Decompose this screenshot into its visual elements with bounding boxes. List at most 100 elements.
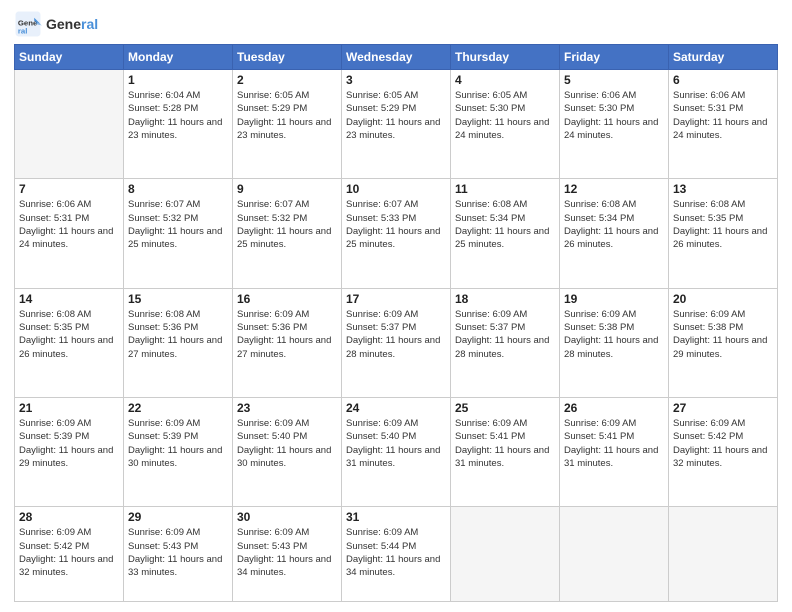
calendar-day-cell: 27Sunrise: 6:09 AMSunset: 5:42 PMDayligh… — [669, 397, 778, 506]
calendar-day-cell: 31 Sunrise: 6:09 AMSunset: 5:44 PMDayligh… — [342, 507, 451, 602]
day-info: Sunrise: 6:09 AMSunset: 5:36 PMDaylight:… — [237, 308, 337, 361]
day-info: Sunrise: 6:07 AMSunset: 5:32 PMDaylight:… — [237, 198, 337, 251]
day-number: 24 — [346, 401, 446, 415]
calendar-day-cell: 8Sunrise: 6:07 AMSunset: 5:32 PMDaylight… — [124, 179, 233, 288]
weekday-header-row: SundayMondayTuesdayWednesdayThursdayFrid… — [15, 45, 778, 70]
day-info: Sunrise: 6:08 AMSunset: 5:36 PMDaylight:… — [128, 308, 228, 361]
calendar-week-row: 28 Sunrise: 6:09 AMSunset: 5:42 PMDayligh… — [15, 507, 778, 602]
calendar-day-cell: 21 Sunrise: 6:09 AMSunset: 5:39 PMDayligh… — [15, 397, 124, 506]
day-number: 7 — [19, 182, 119, 196]
day-number: 11 — [455, 182, 555, 196]
day-info: Sunrise: 6:09 AMSunset: 5:40 PMDaylight:… — [346, 417, 446, 470]
day-info: Sunrise: 6:09 AMSunset: 5:42 PMDaylight:… — [19, 526, 119, 579]
day-number: 16 — [237, 292, 337, 306]
calendar-day-cell: 29 Sunrise: 6:09 AMSunset: 5:43 PMDayligh… — [124, 507, 233, 602]
day-number: 31 — [346, 510, 446, 524]
day-number: 19 — [564, 292, 664, 306]
day-info: Sunrise: 6:09 AMSunset: 5:38 PMDaylight:… — [673, 308, 773, 361]
calendar-day-cell — [669, 507, 778, 602]
page: Gene ral General SundayMondayTuesdayWedn… — [0, 0, 792, 612]
calendar-day-cell — [15, 70, 124, 179]
day-number: 28 — [19, 510, 119, 524]
day-number: 5 — [564, 73, 664, 87]
header: Gene ral General — [14, 10, 778, 38]
day-number: 22 — [128, 401, 228, 415]
day-info: Sunrise: 6:09 AMSunset: 5:44 PMDaylight:… — [346, 526, 446, 579]
day-number: 4 — [455, 73, 555, 87]
day-info: Sunrise: 6:08 AMSunset: 5:35 PMDaylight:… — [673, 198, 773, 251]
day-info: Sunrise: 6:09 AMSunset: 5:38 PMDaylight:… — [564, 308, 664, 361]
day-info: Sunrise: 6:09 AMSunset: 5:40 PMDaylight:… — [237, 417, 337, 470]
calendar-day-cell: 10Sunrise: 6:07 AMSunset: 5:33 PMDayligh… — [342, 179, 451, 288]
calendar-week-row: 7 Sunrise: 6:06 AMSunset: 5:31 PMDaylight… — [15, 179, 778, 288]
calendar-day-cell: 7 Sunrise: 6:06 AMSunset: 5:31 PMDaylight… — [15, 179, 124, 288]
day-number: 17 — [346, 292, 446, 306]
calendar-day-cell: 23 Sunrise: 6:09 AMSunset: 5:40 PMDayligh… — [233, 397, 342, 506]
day-info: Sunrise: 6:09 AMSunset: 5:37 PMDaylight:… — [455, 308, 555, 361]
calendar-day-cell: 17Sunrise: 6:09 AMSunset: 5:37 PMDayligh… — [342, 288, 451, 397]
day-info: Sunrise: 6:04 AMSunset: 5:28 PMDaylight:… — [128, 89, 228, 142]
weekday-header-monday: Monday — [124, 45, 233, 70]
day-info: Sunrise: 6:06 AMSunset: 5:31 PMDaylight:… — [673, 89, 773, 142]
calendar-day-cell: 20 Sunrise: 6:09 AMSunset: 5:38 PMDayligh… — [669, 288, 778, 397]
svg-text:ral: ral — [18, 26, 28, 35]
day-info: Sunrise: 6:08 AMSunset: 5:35 PMDaylight:… — [19, 308, 119, 361]
day-info: Sunrise: 6:05 AMSunset: 5:30 PMDaylight:… — [455, 89, 555, 142]
calendar-day-cell — [560, 507, 669, 602]
day-number: 14 — [19, 292, 119, 306]
logo-icon: Gene ral — [14, 10, 42, 38]
day-info: Sunrise: 6:09 AMSunset: 5:43 PMDaylight:… — [128, 526, 228, 579]
calendar-day-cell: 3Sunrise: 6:05 AMSunset: 5:29 PMDaylight… — [342, 70, 451, 179]
weekday-header-thursday: Thursday — [451, 45, 560, 70]
day-info: Sunrise: 6:09 AMSunset: 5:39 PMDaylight:… — [19, 417, 119, 470]
calendar-day-cell: 2Sunrise: 6:05 AMSunset: 5:29 PMDaylight… — [233, 70, 342, 179]
calendar-day-cell: 13 Sunrise: 6:08 AMSunset: 5:35 PMDayligh… — [669, 179, 778, 288]
day-info: Sunrise: 6:06 AMSunset: 5:30 PMDaylight:… — [564, 89, 664, 142]
day-number: 13 — [673, 182, 773, 196]
day-info: Sunrise: 6:09 AMSunset: 5:39 PMDaylight:… — [128, 417, 228, 470]
day-info: Sunrise: 6:06 AMSunset: 5:31 PMDaylight:… — [19, 198, 119, 251]
day-number: 18 — [455, 292, 555, 306]
day-number: 23 — [237, 401, 337, 415]
day-info: Sunrise: 6:09 AMSunset: 5:41 PMDaylight:… — [455, 417, 555, 470]
logo: Gene ral General — [14, 10, 98, 38]
calendar-day-cell: 5 Sunrise: 6:06 AMSunset: 5:30 PMDaylight… — [560, 70, 669, 179]
weekday-header-tuesday: Tuesday — [233, 45, 342, 70]
weekday-header-wednesday: Wednesday — [342, 45, 451, 70]
day-number: 2 — [237, 73, 337, 87]
calendar-table: SundayMondayTuesdayWednesdayThursdayFrid… — [14, 44, 778, 602]
calendar-day-cell: 9Sunrise: 6:07 AMSunset: 5:32 PMDaylight… — [233, 179, 342, 288]
day-number: 6 — [673, 73, 773, 87]
day-number: 21 — [19, 401, 119, 415]
calendar-day-cell: 26 Sunrise: 6:09 AMSunset: 5:41 PMDayligh… — [560, 397, 669, 506]
day-number: 12 — [564, 182, 664, 196]
day-number: 27 — [673, 401, 773, 415]
calendar-week-row: 14 Sunrise: 6:08 AMSunset: 5:35 PMDayligh… — [15, 288, 778, 397]
logo-text: General — [46, 16, 98, 33]
weekday-header-saturday: Saturday — [669, 45, 778, 70]
day-info: Sunrise: 6:07 AMSunset: 5:32 PMDaylight:… — [128, 198, 228, 251]
day-number: 25 — [455, 401, 555, 415]
calendar-day-cell: 15Sunrise: 6:08 AMSunset: 5:36 PMDayligh… — [124, 288, 233, 397]
day-info: Sunrise: 6:09 AMSunset: 5:43 PMDaylight:… — [237, 526, 337, 579]
day-number: 20 — [673, 292, 773, 306]
day-info: Sunrise: 6:08 AMSunset: 5:34 PMDaylight:… — [455, 198, 555, 251]
calendar-day-cell: 6 Sunrise: 6:06 AMSunset: 5:31 PMDaylight… — [669, 70, 778, 179]
day-info: Sunrise: 6:08 AMSunset: 5:34 PMDaylight:… — [564, 198, 664, 251]
weekday-header-sunday: Sunday — [15, 45, 124, 70]
day-number: 3 — [346, 73, 446, 87]
calendar-day-cell: 22 Sunrise: 6:09 AMSunset: 5:39 PMDayligh… — [124, 397, 233, 506]
day-info: Sunrise: 6:09 AMSunset: 5:41 PMDaylight:… — [564, 417, 664, 470]
calendar-day-cell: 19 Sunrise: 6:09 AMSunset: 5:38 PMDayligh… — [560, 288, 669, 397]
calendar-day-cell: 14 Sunrise: 6:08 AMSunset: 5:35 PMDayligh… — [15, 288, 124, 397]
calendar-day-cell: 18 Sunrise: 6:09 AMSunset: 5:37 PMDayligh… — [451, 288, 560, 397]
day-number: 29 — [128, 510, 228, 524]
calendar-day-cell: 1Sunrise: 6:04 AMSunset: 5:28 PMDaylight… — [124, 70, 233, 179]
calendar-week-row: 1Sunrise: 6:04 AMSunset: 5:28 PMDaylight… — [15, 70, 778, 179]
calendar-day-cell: 16 Sunrise: 6:09 AMSunset: 5:36 PMDayligh… — [233, 288, 342, 397]
calendar-day-cell: 4 Sunrise: 6:05 AMSunset: 5:30 PMDaylight… — [451, 70, 560, 179]
calendar-week-row: 21 Sunrise: 6:09 AMSunset: 5:39 PMDayligh… — [15, 397, 778, 506]
day-number: 30 — [237, 510, 337, 524]
day-info: Sunrise: 6:07 AMSunset: 5:33 PMDaylight:… — [346, 198, 446, 251]
day-number: 26 — [564, 401, 664, 415]
